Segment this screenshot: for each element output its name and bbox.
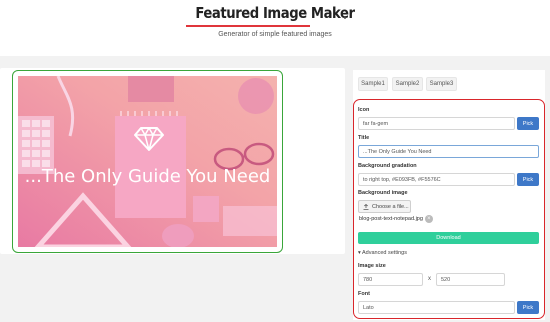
background-image-label: Background image <box>358 190 408 196</box>
gradient-pick-button[interactable]: Pick <box>517 173 539 186</box>
height-input[interactable]: 520 <box>436 273 505 286</box>
tab-sample3[interactable]: Sample3 <box>426 77 457 91</box>
gradient-label: Background gradation <box>358 163 417 169</box>
tab-sample1[interactable]: Sample1 <box>358 77 388 91</box>
download-button[interactable]: Download <box>358 232 539 244</box>
gradient-input[interactable]: to right top, #E093FB, #F5576C <box>358 173 515 186</box>
file-name-text: blog-post-text-notepad.jpg <box>359 216 423 222</box>
page-title: Featured Image Maker <box>195 4 355 22</box>
choose-file-label: Choose a file... <box>372 203 409 210</box>
icon-pick-button[interactable]: Pick <box>517 117 539 130</box>
preview-image <box>18 76 277 247</box>
remove-file-icon[interactable]: × <box>424 215 433 223</box>
page-subtitle: Generator of simple featured images <box>218 31 332 38</box>
title-label: Title <box>358 135 370 141</box>
title-underline <box>186 25 310 27</box>
icon-label: Icon <box>358 107 370 113</box>
width-input[interactable]: 780 <box>358 273 423 286</box>
decorative-dot <box>344 17 346 19</box>
gem-icon <box>134 127 164 151</box>
choose-file-button[interactable]: Choose a file... <box>358 200 411 213</box>
selected-file: blog-post-text-notepad.jpg × <box>359 215 433 223</box>
size-separator: x <box>428 276 431 282</box>
upload-icon <box>363 203 369 210</box>
advanced-settings-toggle[interactable]: ▾ Advanced settings <box>358 250 407 256</box>
advanced-settings-label: Advanced settings <box>362 250 407 256</box>
image-size-label: Image size <box>358 263 386 269</box>
icon-input[interactable]: far fa-gem <box>358 117 515 130</box>
font-label: Font <box>358 291 370 297</box>
title-input[interactable]: ...The Only Guide You Need <box>358 145 539 158</box>
font-input[interactable]: Lato <box>358 301 515 314</box>
background-photo-shapes <box>18 76 277 247</box>
font-pick-button[interactable]: Pick <box>517 301 539 314</box>
tab-sample2[interactable]: Sample2 <box>392 77 423 91</box>
triangle-down-icon: ▾ <box>358 250 361 256</box>
preview-title-text: ...The Only Guide You Need <box>24 166 271 187</box>
